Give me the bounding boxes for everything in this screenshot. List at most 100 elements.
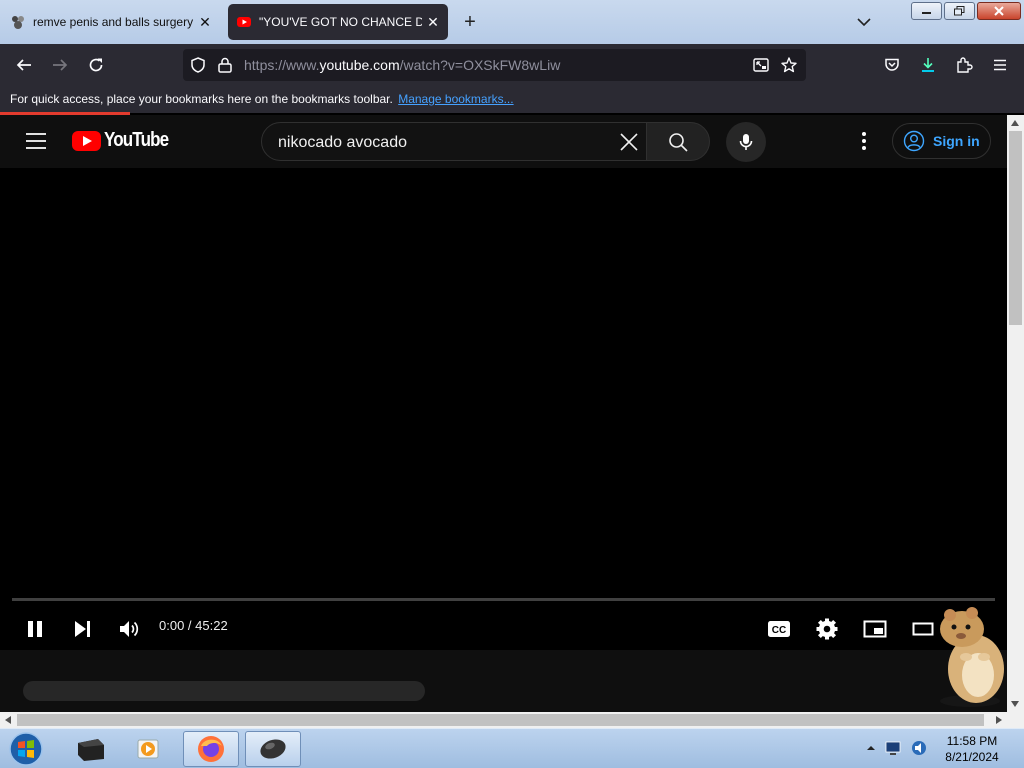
youtube-play-logo-icon — [72, 130, 101, 151]
tab-close-icon[interactable]: ✕ — [426, 14, 440, 31]
back-arrow-icon — [16, 59, 31, 71]
volume-tray-icon[interactable] — [910, 739, 928, 757]
closed-captions-icon: CC — [768, 621, 790, 637]
search-input[interactable]: nikocado avocado — [261, 122, 647, 161]
volume-icon — [120, 621, 139, 637]
network-monitor-icon[interactable] — [884, 740, 902, 756]
taskbar-app-firefox[interactable] — [183, 731, 239, 767]
search-button[interactable] — [646, 122, 710, 161]
gear-icon — [816, 618, 838, 640]
tab-close-icon[interactable]: ✕ — [198, 14, 212, 31]
url-text[interactable]: https://www.youtube.com/watch?v=OXSkFW8w… — [244, 57, 560, 73]
minimize-button[interactable] — [911, 2, 942, 20]
restore-icon — [953, 6, 964, 16]
volume-button[interactable] — [111, 611, 147, 647]
tab-label: "YOU'VE GOT NO CHANCE DUR — [259, 15, 422, 29]
taskbar-clock[interactable]: 11:58 PM 8/21/2024 — [930, 733, 1014, 765]
forward-button[interactable] — [48, 53, 72, 77]
pocket-icon — [885, 58, 899, 71]
scroll-left-arrow-icon[interactable] — [0, 712, 16, 728]
download-icon — [922, 58, 934, 72]
tab-youtube-video[interactable]: "YOU'VE GOT NO CHANCE DUR ✕ — [228, 4, 448, 40]
search-query: nikocado avocado — [278, 134, 407, 151]
pocket-button[interactable] — [880, 53, 904, 77]
vertical-scroll-thumb[interactable] — [1009, 131, 1022, 325]
video-player[interactable]: 0:00 / 45:22 CC — [0, 168, 1007, 691]
settings-more-button[interactable] — [852, 129, 876, 153]
taskbar-app-terminal[interactable] — [62, 731, 118, 767]
youtube-wordmark: YouTube — [104, 129, 169, 151]
app-menu-button[interactable] — [988, 53, 1012, 77]
reload-icon — [89, 58, 103, 72]
pause-button[interactable] — [17, 611, 53, 647]
horizontal-scrollbar[interactable] — [0, 712, 1024, 728]
windows-taskbar: 11:58 PM 8/21/2024 — [0, 728, 1024, 768]
url-host: youtube.com — [319, 57, 400, 73]
voice-search-button[interactable] — [726, 122, 766, 162]
shield-icon[interactable] — [189, 56, 207, 74]
scroll-down-arrow-icon[interactable] — [1007, 696, 1023, 712]
url-prefix: https://www. — [244, 57, 320, 73]
youtube-page: YouTube nikocado avocado Sign in 0:00 / … — [0, 115, 1007, 712]
url-path: /watch?v=OXSkFW8wLiw — [399, 57, 561, 73]
reload-button[interactable] — [84, 53, 108, 77]
pause-icon — [28, 621, 42, 637]
taskbar-app-media-player[interactable] — [120, 731, 176, 767]
new-tab-button[interactable]: + — [458, 10, 482, 34]
youtube-masthead: YouTube nikocado avocado Sign in — [0, 115, 1007, 168]
restore-button[interactable] — [944, 2, 975, 20]
youtube-logo[interactable]: YouTube — [72, 129, 180, 152]
list-all-tabs-chevron-icon[interactable] — [852, 12, 876, 32]
clock-time: 11:58 PM — [946, 734, 998, 748]
youtube-favicon-icon — [237, 17, 251, 27]
back-button[interactable] — [12, 53, 36, 77]
tab-surgery-search[interactable]: remve penis and balls surgery (r ✕ — [2, 4, 220, 40]
close-window-button[interactable] — [977, 2, 1021, 20]
system-tray — [866, 739, 928, 757]
manage-bookmarks-link[interactable]: Manage bookmarks... — [398, 92, 513, 106]
microphone-icon — [739, 134, 753, 150]
show-hidden-icons-icon[interactable] — [866, 743, 876, 753]
bookmark-star-icon[interactable] — [780, 56, 798, 74]
picture-in-picture-icon[interactable] — [752, 56, 770, 74]
vertical-scrollbar[interactable] — [1007, 115, 1024, 712]
extensions-button[interactable] — [952, 53, 976, 77]
bookmarks-hint-text: For quick access, place your bookmarks h… — [10, 92, 393, 106]
svg-text:CC: CC — [772, 625, 786, 636]
tab-label: remve penis and balls surgery (r — [33, 15, 194, 29]
clock-date: 8/21/2024 — [945, 750, 999, 764]
miniplayer-button[interactable] — [857, 611, 893, 647]
video-time-display: 0:00 / 45:22 — [159, 618, 228, 633]
puzzle-icon — [957, 57, 973, 73]
mouse-device-icon — [260, 739, 286, 759]
account-circle-icon — [903, 130, 925, 152]
next-video-button[interactable] — [64, 611, 100, 647]
bookmarks-toolbar: For quick access, place your bookmarks h… — [0, 86, 1024, 113]
sign-in-label: Sign in — [933, 133, 980, 149]
miniplayer-icon — [863, 620, 887, 638]
horizontal-scroll-thumb[interactable] — [17, 714, 984, 726]
taskbar-app-mouse-utility[interactable] — [245, 731, 301, 767]
window-controls — [911, 2, 1021, 20]
media-player-icon — [137, 739, 159, 759]
address-bar[interactable]: https://www.youtube.com/watch?v=OXSkFW8w… — [183, 49, 806, 81]
clear-search-icon[interactable] — [618, 131, 640, 153]
guide-menu-icon[interactable] — [24, 131, 48, 151]
downloads-button[interactable] — [916, 53, 940, 77]
sign-in-button[interactable]: Sign in — [892, 123, 991, 159]
scroll-right-arrow-icon[interactable] — [991, 712, 1007, 728]
navigation-toolbar: https://www.youtube.com/watch?v=OXSkFW8w… — [0, 44, 1024, 86]
subtitles-button[interactable]: CC — [761, 611, 797, 647]
search-icon — [669, 132, 688, 152]
video-progress-bar[interactable] — [12, 598, 995, 601]
scroll-up-arrow-icon[interactable] — [1007, 115, 1023, 131]
hamburger-menu-icon — [994, 59, 1006, 71]
forward-arrow-icon — [53, 59, 68, 71]
settings-button[interactable] — [809, 611, 845, 647]
tab-favicon-icon — [12, 16, 24, 29]
windows-start-icon[interactable] — [6, 731, 46, 767]
lock-icon[interactable] — [217, 56, 233, 74]
terminal-box-icon — [78, 739, 104, 761]
skip-next-icon — [75, 621, 90, 637]
below-player-area — [0, 650, 1007, 712]
